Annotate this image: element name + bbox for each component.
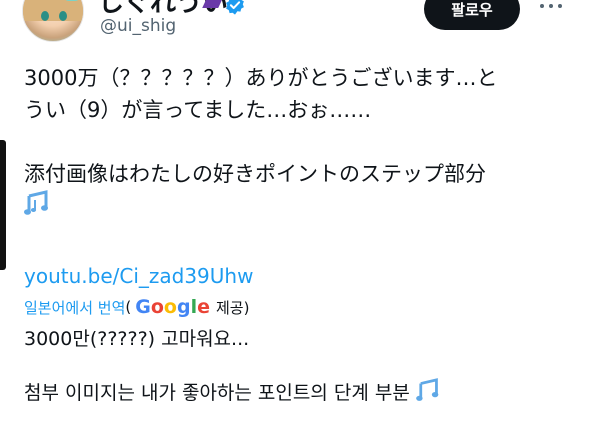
translation-label[interactable]: 일본어에서 번역 [24, 297, 125, 318]
tweet-line-2: うい（9）が言ってました…おぉ…… [24, 98, 372, 122]
translated-line-1: 3000만(?????) 고마워요... [24, 328, 250, 350]
tweet-header: しぐれうい @ui_shig 팔로우 [0, 0, 590, 56]
scroll-indicator[interactable] [0, 140, 6, 270]
tweet-line-3: 添付画像はわたしの好きポイントのステップ部分 [24, 162, 486, 186]
video-link[interactable]: youtu.be/Ci_zad39Uhw [24, 260, 584, 292]
tweet-line-4 [24, 190, 584, 222]
dot [540, 4, 544, 8]
follow-button[interactable]: 팔로우 [424, 0, 520, 30]
avatar-eye-right [59, 11, 67, 21]
translated-line-2-text: 첨부 이미지는 내가 좋아하는 포인트의 단계 부분 [24, 382, 410, 404]
verified-badge-icon [226, 0, 244, 15]
tweet-view: しぐれうい @ui_shig 팔로우 3000万（？？？？？）ありがとうございま… [0, 0, 590, 443]
dot [558, 4, 562, 8]
avatar-eye-left [41, 11, 49, 21]
paren-open: ( [125, 298, 132, 316]
translation-attribution: 일본어에서 번역 ( Google 제공) [24, 292, 584, 322]
avatar-hair [23, 0, 83, 21]
tweet-text: 3000万（？？？？？）ありがとうございます…と うい（9）が言ってました…おぉ… [24, 62, 584, 410]
dot [549, 4, 553, 8]
tweet-line-1: 3000万（？？？？？）ありがとうございます…と [24, 66, 498, 90]
avatar[interactable] [22, 0, 84, 42]
provider-suffix: 제공) [215, 298, 250, 317]
musical-notes-icon [416, 378, 439, 401]
user-handle[interactable]: @ui_shig [100, 16, 176, 36]
translated-line-2: 첨부 이미지는 내가 좋아하는 포인트의 단계 부분 [24, 376, 584, 410]
musical-notes-icon [24, 190, 48, 215]
google-logo: Google [135, 296, 210, 318]
more-dots-icon[interactable] [540, 0, 566, 12]
